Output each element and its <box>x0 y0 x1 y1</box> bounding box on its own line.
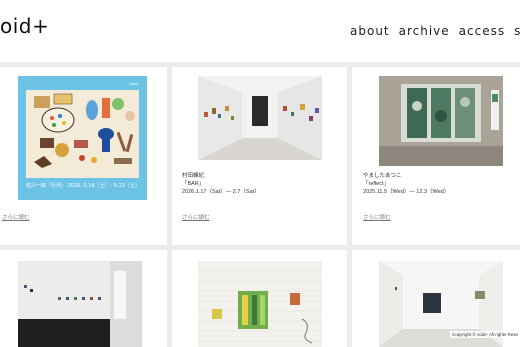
exhibition-card-3[interactable]: やましたあつこ 「reflect」 2025.11.5（Wed）— 12.3（W… <box>352 67 520 245</box>
exhibition-card-5[interactable] <box>172 250 347 347</box>
exhibition-photo[interactable] <box>198 261 322 347</box>
gallery-photo <box>18 261 142 347</box>
gallery-photo <box>198 76 322 160</box>
gallery-photo <box>198 261 322 347</box>
card-meta: 村田峰紀 「BAR」 2026.1.17（Sat）— 2.7（Sat） <box>182 172 260 196</box>
exhibition-dates: 2026.1.17（Sat）— 2.7（Sat） <box>182 189 260 195</box>
nav-about[interactable]: about <box>350 24 390 38</box>
exhibition-poster[interactable]: void+ 佐川一郎「行列」 2026. 5.16（土）– 6.13（土） <box>18 76 147 200</box>
poster-title: 佐川一郎「行列」 2026. 5.16（土）– 6.13（土） <box>26 182 140 189</box>
exhibition-card-1[interactable]: void+ 佐川一郎「行列」 2026. 5.16（土）– 6.13（土） さら… <box>0 67 167 245</box>
read-more-link[interactable]: さらに読む <box>363 213 391 221</box>
artist-name: やましたあつこ <box>363 173 402 179</box>
gallery-photo <box>379 76 503 166</box>
poster-image: void+ 佐川一郎「行列」 2026. 5.16（土）– 6.13（土） <box>18 76 147 200</box>
read-more-link[interactable]: さらに読む <box>182 213 210 221</box>
exhibition-title: 「BAR」 <box>182 181 205 187</box>
copyright-notice: Copyright © void+ All rights Rese <box>450 331 520 338</box>
exhibition-title: 「reflect」 <box>363 181 389 187</box>
site-header: oid+ about archive access sho <box>0 0 520 62</box>
artist-name: 村田峰紀 <box>182 173 205 179</box>
exhibition-card-4[interactable] <box>0 250 167 347</box>
exhibition-card-2[interactable]: 村田峰紀 「BAR」 2026.1.17（Sat）— 2.7（Sat） さらに読… <box>172 67 347 245</box>
nav-access[interactable]: access <box>459 24 505 38</box>
nav-archive[interactable]: archive <box>399 24 450 38</box>
nav-shop[interactable]: sho <box>514 24 520 38</box>
exhibition-photo[interactable] <box>198 76 322 160</box>
exhibition-photo[interactable] <box>379 76 503 166</box>
site-logo[interactable]: oid+ <box>0 14 49 38</box>
main-nav: about archive access sho <box>350 24 520 38</box>
exhibition-photo[interactable] <box>18 261 142 347</box>
poster-brand: void+ <box>129 81 139 86</box>
exhibition-dates: 2025.11.5（Wed）— 12.3（Wed） <box>363 189 450 195</box>
read-more-link[interactable]: さらに読む <box>2 213 30 221</box>
card-meta: やましたあつこ 「reflect」 2025.11.5（Wed）— 12.3（W… <box>363 172 449 196</box>
